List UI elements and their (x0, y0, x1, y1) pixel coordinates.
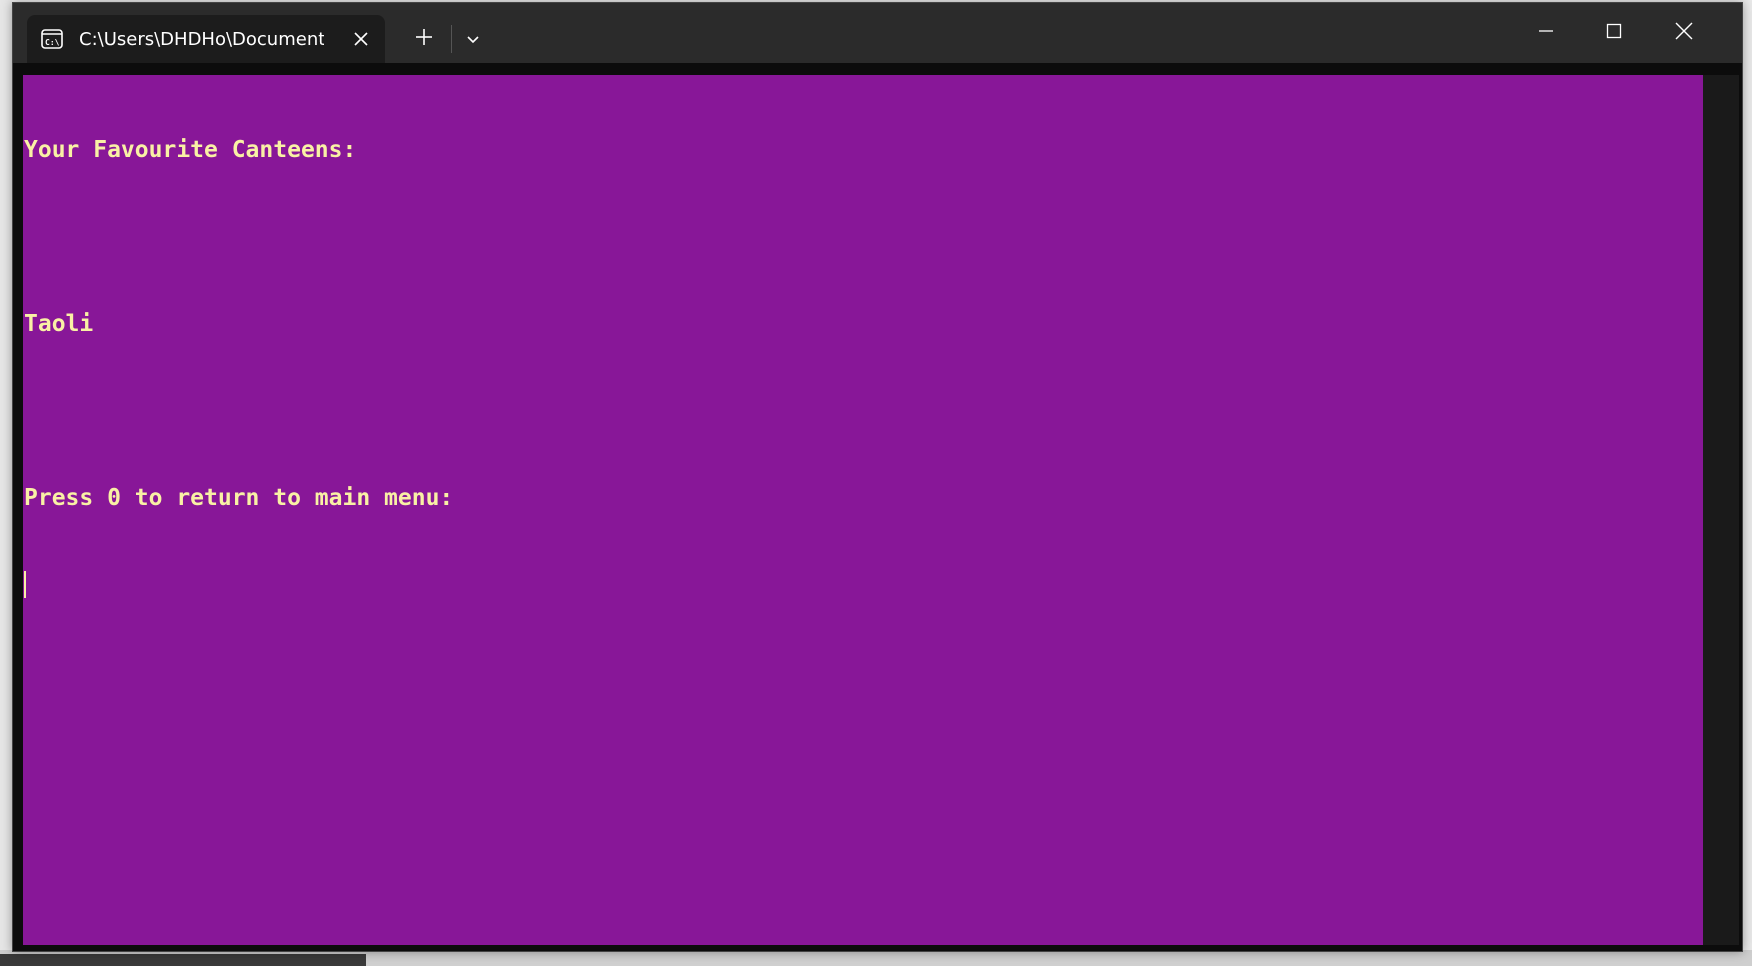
minimize-icon (1538, 23, 1554, 43)
terminal-tab[interactable]: C:\ C:\Users\DHDHo\Documents\ (27, 15, 385, 63)
terminal-line: Your Favourite Canteens: (24, 137, 357, 163)
new-tab-button[interactable] (404, 21, 444, 57)
terminal-line: Press 0 to return to main menu: (24, 485, 454, 511)
titlebar-divider (451, 25, 452, 53)
svg-text:C:\: C:\ (45, 38, 60, 47)
title-bar[interactable]: C:\ C:\Users\DHDHo\Documents\ (13, 3, 1742, 63)
tab-dropdown-button[interactable] (454, 21, 492, 57)
terminal-frame: Your Favourite Canteens: Taoli Press 0 t… (13, 63, 1742, 951)
maximize-button[interactable] (1580, 3, 1648, 63)
terminal-text: Your Favourite Canteens: Taoli Press 0 t… (24, 78, 453, 658)
plus-icon (415, 28, 433, 50)
terminal-output[interactable]: Your Favourite Canteens: Taoli Press 0 t… (23, 75, 1703, 945)
minimize-button[interactable] (1512, 3, 1580, 63)
background-app-left (0, 0, 12, 966)
close-window-button[interactable] (1648, 3, 1720, 63)
text-cursor (24, 571, 26, 598)
terminal-scrollbar[interactable] (1703, 75, 1739, 945)
terminal-cursor-line (24, 571, 453, 600)
terminal-line: Taoli (24, 311, 94, 337)
close-icon (1675, 22, 1693, 44)
maximize-icon (1606, 23, 1622, 43)
console-icon: C:\ (39, 26, 65, 52)
terminal-window: C:\ C:\Users\DHDHo\Documents\ Your Favou… (12, 2, 1743, 952)
chevron-down-icon (466, 30, 480, 49)
background-scrollbar (0, 954, 366, 966)
background-app-bottom (0, 950, 1752, 966)
tab-close-icon[interactable] (349, 27, 373, 51)
tab-title: C:\Users\DHDHo\Documents\ (79, 28, 324, 50)
